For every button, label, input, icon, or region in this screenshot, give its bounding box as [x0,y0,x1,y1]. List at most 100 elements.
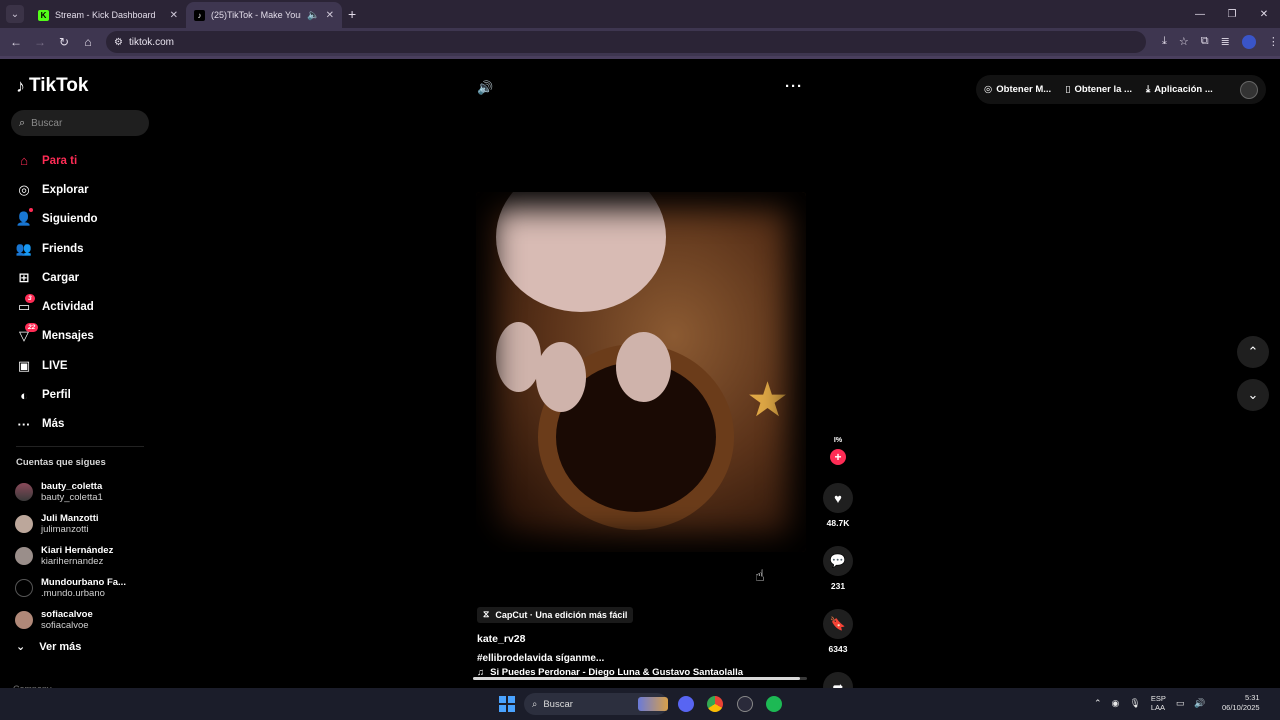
comment-count: 231 [830,581,846,591]
sidebar-item-siguiendo[interactable]: 👤 Siguiendo [16,205,146,234]
microphone-icon[interactable]: 🎙 [1129,698,1140,709]
minimize-button[interactable]: — [1184,0,1216,28]
compass-icon: ◎ [18,181,30,197]
following-item[interactable]: Kiari Hernández kiarihernandez [15,540,155,572]
capcut-tag[interactable]: ⧖ CapCut · Una edición más fácil [477,606,634,623]
reading-list-icon[interactable]: ≣ [1221,35,1230,49]
sidebar-item-label: Mensajes [42,330,94,343]
menu-kebab-icon[interactable]: ⋮ [1268,35,1279,49]
volume-icon[interactable]: 🔊 [477,80,493,96]
sidebar-item-label: Explorar [42,183,89,196]
network-icon[interactable]: ▭ [1176,698,1185,709]
tab-kick[interactable]: K Stream - Kick Dashboard ✕ [30,2,186,28]
extensions-icon[interactable]: ⧉ [1201,35,1209,49]
sidebar-item-actividad[interactable]: ▭ 3 Actividad [16,292,146,321]
sidebar-item-friends[interactable]: 👥 Friends [16,234,146,263]
sidebar-item-label: Perfil [42,389,71,402]
reload-button[interactable]: ↻ [52,35,76,49]
video-description[interactable]: #ellibrodelavida síganme... [477,653,807,664]
messages-icon: ▽ 22 [16,323,39,344]
audio-playing-icon[interactable]: 🔈 [307,10,319,21]
video-author[interactable]: kate_rv28 [477,633,807,645]
tab-tiktok[interactable]: ♪ (25)TikTok - Make Your Day 🔈 ✕ [186,2,342,28]
following-item[interactable]: sofiacalvoe sofiacalvoe [15,604,155,636]
toolbar-actions: ⤓ ☆ ⧉ ≣ ⋮ [1162,35,1279,49]
avatar [15,515,33,533]
spotify-icon[interactable] [766,696,782,712]
search-input[interactable] [31,117,132,129]
video-music[interactable]: ♫ Si Puedes Perdonar - Diego Luna & Gust… [477,667,807,678]
install-app-icon[interactable]: ⤓ [1162,35,1167,49]
close-tab-icon[interactable]: ✕ [326,10,334,21]
keyboard-layout: LAA [1150,703,1166,712]
chrome-icon[interactable] [707,696,723,712]
sidebar-item-mas[interactable]: ··· Más [16,410,146,439]
tiktok-logo[interactable]: ♪ TikTok [16,75,88,97]
browser-toolbar: ← → ↻ ⌂ ⚙ tiktok.com ⤓ ☆ ⧉ ≣ ⋮ [0,28,1280,56]
profile-avatar[interactable] [1241,35,1256,49]
capcut-label: CapCut · Una edición más fácil [495,609,628,620]
back-button[interactable]: ← [4,35,28,49]
system-tray: ⌃ ◉ 🎙 ESP LAA ▭ 🔊 [1094,694,1206,712]
user-avatar[interactable] [1240,80,1258,99]
next-video-button[interactable]: ⌄ [1237,379,1269,411]
previous-video-button[interactable]: ⌃ [1237,336,1269,368]
close-tab-icon[interactable]: ✕ [170,10,178,21]
windows-start-icon[interactable] [499,696,515,712]
sidebar-item-label: Actividad [42,301,94,314]
account-handle: .mundo.urbano [41,588,105,599]
language-indicator[interactable]: ESP LAA [1151,694,1166,712]
more-icon: ··· [17,416,31,432]
search-icon: ⌕ [19,116,26,129]
follow-plus-button[interactable]: + [830,449,846,465]
sidebar-item-perfil[interactable]: ◐ Perfil [16,380,146,409]
save-button[interactable]: 🔖 [823,609,853,639]
taskbar-search[interactable]: ⌕ Buscar [524,693,668,715]
home-button[interactable]: ⌂ [76,35,100,49]
tray-overflow-icon[interactable]: ⌃ [1094,698,1102,709]
download-icon: ⤓ [1145,84,1151,95]
sidebar-item-mensajes[interactable]: ▽ 22 Mensajes [16,322,146,351]
chevron-down-icon: ⌄ [16,641,26,653]
comment-button[interactable]: 💬 [823,546,853,576]
steam-icon[interactable] [737,696,753,712]
desktop-app-button[interactable]: ⤓ Aplicación ... [1146,84,1213,95]
search-highlight-icon [638,697,668,711]
get-app-button[interactable]: ▯ Obtener la ... [1065,84,1132,95]
sidebar-item-label: Friends [42,242,84,255]
sidebar-item-para-ti[interactable]: ⌂ Para ti [16,146,146,175]
address-bar[interactable]: ⚙ tiktok.com [106,31,1146,53]
video-progress-bar[interactable] [473,677,807,680]
tab-search-icon[interactable]: ⌄ [6,5,24,23]
activity-icon: ▭ 3 [16,294,35,315]
following-item[interactable]: Juli Manzotti julimanzotti [15,508,155,540]
see-more-button[interactable]: ⌄ Ver más [16,640,81,654]
sidebar-item-explorar[interactable]: ◎ Explorar [16,175,146,204]
site-info-icon[interactable]: ⚙ [114,37,123,48]
following-list: bauty_coletta bauty_coletta1 Juli Manzott… [15,476,155,636]
account-name: Kiari Hernández [41,544,114,556]
heart-icon: ♥ [834,490,842,506]
close-window-button[interactable]: ✕ [1248,0,1280,28]
restore-button[interactable]: ❐ [1216,0,1248,28]
chevron-up-icon: ⌃ [1247,344,1259,359]
discord-icon[interactable] [678,696,694,712]
discord-tray-icon[interactable]: ◉ [1112,698,1120,709]
following-item[interactable]: bauty_coletta bauty_coletta1 [15,476,155,508]
new-tab-button[interactable]: + [348,6,356,22]
video-player[interactable]: ★ [476,192,806,552]
chevron-down-icon: ⌄ [1247,387,1259,402]
sidebar-item-live[interactable]: ▣ LIVE [16,351,146,380]
following-item[interactable]: Mundourbano Fa... .mundo.urbano [15,572,155,604]
forward-button[interactable]: → [28,35,52,49]
music-title: Si Puedes Perdonar - Diego Luna & Gustav… [490,666,743,678]
more-options-icon[interactable]: ··· [785,78,803,95]
get-coins-button[interactable]: ◎ Obtener M... [984,84,1051,95]
sidebar-divider [16,446,144,447]
like-button[interactable]: ♥ [823,483,853,513]
live-icon: ▣ [17,357,31,373]
bookmark-star-icon[interactable]: ☆ [1179,35,1189,49]
taskbar-clock[interactable]: 5:31 06/10/2025 [1222,693,1260,713]
sidebar-item-cargar[interactable]: ⊞ Cargar [16,263,146,292]
speaker-icon[interactable]: 🔊 [1194,698,1205,709]
